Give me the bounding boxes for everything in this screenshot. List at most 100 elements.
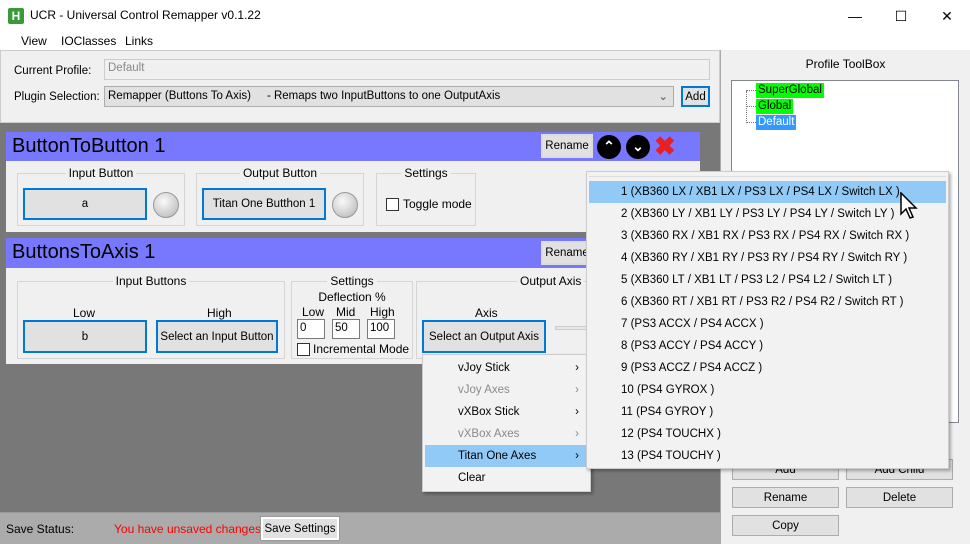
delete-profile-button[interactable]: Delete xyxy=(846,487,953,508)
menu-item-label: vJoy Axes xyxy=(458,384,510,396)
group-label: Settings xyxy=(327,274,377,288)
toolbox-title: Profile ToolBox xyxy=(805,57,886,71)
input-state-indicator xyxy=(153,192,179,218)
input-button-select[interactable]: a xyxy=(23,188,147,220)
menu-item-titan-one-axes[interactable]: Titan One Axes › xyxy=(425,445,589,467)
move-down-icon[interactable]: ⌄ xyxy=(626,135,650,159)
rename-button[interactable]: Rename xyxy=(541,134,593,158)
incremental-mode-label: Incremental Mode xyxy=(313,342,410,356)
status-bar: Save Status: You have unsaved changes Sa… xyxy=(0,512,720,544)
high-button-select[interactable]: Select an Input Button xyxy=(156,320,278,353)
plugin-select-value: Remapper (Buttons To Axis) - Remaps two … xyxy=(108,90,501,102)
menu-item-label: vJoy Stick xyxy=(458,362,510,374)
submenu-item[interactable]: 13 (PS4 TOUCHY ) xyxy=(589,445,946,467)
low-button-select[interactable]: b xyxy=(23,320,147,353)
mouse-cursor-icon xyxy=(900,192,918,219)
group-label: Input Buttons xyxy=(112,274,190,288)
output-axis-group: Output Axis Axis Select an Output Axis xyxy=(416,274,587,359)
save-settings-button[interactable]: Save Settings xyxy=(260,516,340,541)
submenu-item[interactable]: 11 (PS4 GYROY ) xyxy=(589,401,946,423)
tree-lines xyxy=(746,91,756,123)
menu-item-vxbox-stick[interactable]: vXBox Stick › xyxy=(425,401,589,423)
deflection-settings-group: Settings Deflection % Low Mid High 0 50 … xyxy=(291,274,413,359)
minimize-button[interactable]: — xyxy=(832,0,878,32)
current-profile-field[interactable]: Default xyxy=(104,59,710,80)
save-status-message: You have unsaved changes xyxy=(114,522,262,536)
output-axis-context-menu: vJoy Stick › vJoy Axes › vXBox Stick › vXBo… xyxy=(422,354,591,492)
def-mid-label: Mid xyxy=(336,305,356,319)
maximize-button[interactable]: ☐ xyxy=(878,0,924,32)
rename-profile-button[interactable]: Rename xyxy=(732,487,839,508)
menu-view[interactable]: View xyxy=(21,34,47,48)
chevron-right-icon: › xyxy=(575,384,579,396)
menu-item-vxbox-axes: vXBox Axes › xyxy=(425,423,589,445)
deflection-low-input[interactable]: 0 xyxy=(297,319,325,339)
submenu-item[interactable]: 10 (PS4 GYROX ) xyxy=(589,379,946,401)
submenu-item[interactable]: 1 (XB360 LX / XB1 LX / PS3 LX / PS4 LX /… xyxy=(589,181,946,203)
title-bar: H UCR - Universal Control Remapper v0.1.… xyxy=(0,0,970,32)
menu-item-vjoy-axes: vJoy Axes › xyxy=(425,379,589,401)
submenu-item[interactable]: 9 (PS3 ACCZ / PS4 ACCZ ) xyxy=(589,357,946,379)
menu-item-label: vXBox Stick xyxy=(458,406,520,418)
move-up-icon[interactable]: ⌃ xyxy=(597,135,621,159)
low-label: Low xyxy=(73,306,96,320)
chevron-right-icon: › xyxy=(575,428,579,440)
current-profile-label: Current Profile: xyxy=(14,65,92,77)
submenu-item[interactable]: 2 (XB360 LY / XB1 LY / PS3 LY / PS4 LY /… xyxy=(589,203,946,225)
toggle-mode-label: Toggle mode xyxy=(403,197,472,211)
tree-node-default[interactable]: Default xyxy=(756,115,797,130)
menu-item-clear[interactable]: Clear xyxy=(425,467,589,489)
menu-item-vjoy-stick[interactable]: vJoy Stick › xyxy=(425,357,589,379)
output-button-group: Output Button Titan One Butthon 1 xyxy=(196,166,364,226)
tree-node-superglobal[interactable]: SuperGlobal xyxy=(756,83,824,98)
add-plugin-button[interactable]: Add xyxy=(681,86,710,107)
submenu-item[interactable]: 3 (XB360 RX / XB1 RX / PS3 RX / PS4 RX /… xyxy=(589,225,946,247)
menu-item-label: Titan One Axes xyxy=(458,450,537,462)
def-low-label: Low xyxy=(302,305,325,319)
chevron-down-icon: ⌄ xyxy=(658,91,668,103)
deflection-mid-input[interactable]: 50 xyxy=(332,319,360,339)
tree-node-global[interactable]: Global xyxy=(756,99,794,114)
output-button-select[interactable]: Titan One Butthon 1 xyxy=(202,188,326,220)
plugin-title: ButtonsToAxis 1 xyxy=(12,241,156,263)
menu-links[interactable]: Links xyxy=(125,34,153,48)
profile-panel: Current Profile: Default Plugin Selectio… xyxy=(0,50,720,123)
toggle-mode-checkbox[interactable] xyxy=(386,198,399,211)
close-button[interactable]: ✕ xyxy=(924,0,970,32)
incremental-mode-checkbox[interactable] xyxy=(297,343,310,356)
titan-one-axes-submenu: 1 (XB360 LX / XB1 LX / PS3 LX / PS4 LX /… xyxy=(586,171,949,469)
delete-plugin-icon[interactable]: ✖ xyxy=(654,132,676,160)
plugin-header: ButtonToButton 1 xyxy=(6,132,700,161)
group-label: Output Axis xyxy=(517,274,585,288)
axis-slider[interactable] xyxy=(555,326,587,330)
group-label: Settings xyxy=(401,166,451,180)
input-button-group: Input Button a xyxy=(17,166,185,226)
submenu-item[interactable]: 5 (XB360 LT / XB1 LT / PS3 L2 / PS4 L2 /… xyxy=(589,269,946,291)
submenu-item[interactable]: 12 (PS4 TOUCHX ) xyxy=(589,423,946,445)
chevron-right-icon: › xyxy=(575,406,579,418)
menu-item-label: vXBox Axes xyxy=(458,428,520,440)
plugin-title: ButtonToButton 1 xyxy=(12,135,166,157)
input-buttons-group: Input Buttons Low High b Select an Input… xyxy=(17,274,285,359)
window-title: UCR - Universal Control Remapper v0.1.22 xyxy=(30,8,261,22)
high-label: High xyxy=(207,306,232,320)
chevron-right-icon: › xyxy=(575,450,579,462)
axis-label: Axis xyxy=(475,306,498,320)
menu-ioclasses[interactable]: IOClasses xyxy=(61,34,116,48)
deflection-label: Deflection % xyxy=(318,290,386,304)
plugin-select[interactable]: Remapper (Buttons To Axis) - Remaps two … xyxy=(104,86,674,107)
settings-group: Settings Toggle mode xyxy=(376,166,476,226)
plugin-selection-label: Plugin Selection: xyxy=(14,91,100,103)
submenu-item[interactable]: 4 (XB360 RY / XB1 RY / PS3 RY / PS4 RY /… xyxy=(589,247,946,269)
copy-profile-button[interactable]: Copy xyxy=(732,515,839,536)
submenu-item[interactable]: 8 (PS3 ACCY / PS4 ACCY ) xyxy=(589,335,946,357)
deflection-high-input[interactable]: 100 xyxy=(367,319,395,339)
app-icon: H xyxy=(8,8,24,24)
group-label: Input Button xyxy=(65,166,137,180)
menu-item-label: Clear xyxy=(458,472,486,484)
submenu-item[interactable]: 7 (PS3 ACCX / PS4 ACCX ) xyxy=(589,313,946,335)
chevron-right-icon: › xyxy=(575,362,579,374)
submenu-item[interactable]: 6 (XB360 RT / XB1 RT / PS3 R2 / PS4 R2 /… xyxy=(589,291,946,313)
output-state-indicator xyxy=(332,192,358,218)
output-axis-select[interactable]: Select an Output Axis xyxy=(422,320,546,353)
